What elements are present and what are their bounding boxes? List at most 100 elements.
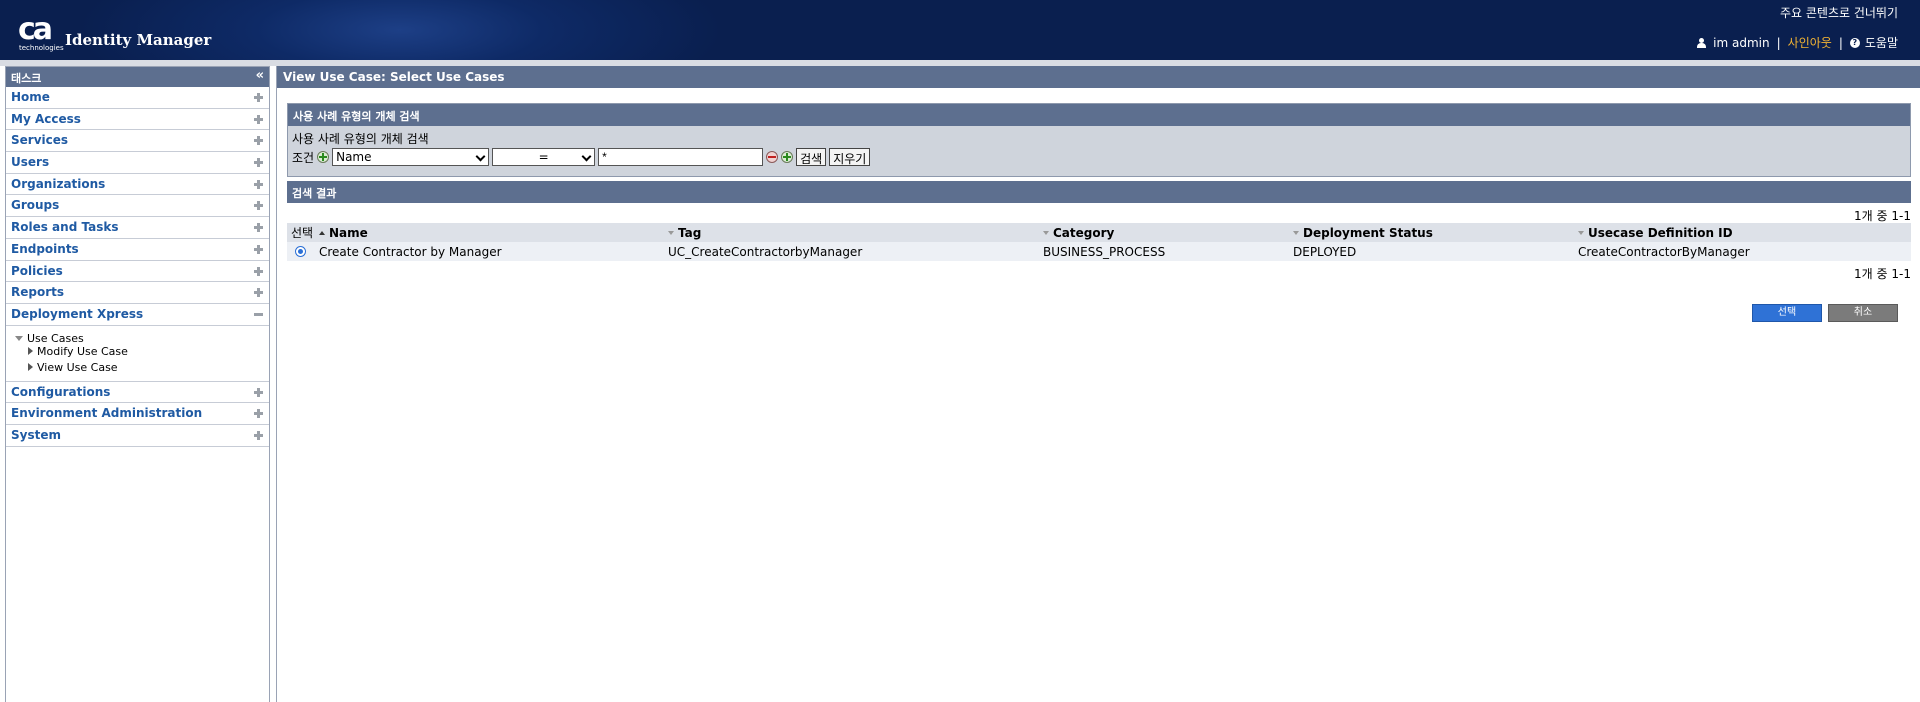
task-sidebar: 태스크 « Home My Access Services Users Orga… <box>5 66 270 702</box>
page-title: View Use Case: Select Use Cases <box>277 66 1920 88</box>
tree-node-label[interactable]: Modify Use Case <box>37 345 128 358</box>
field-select[interactable]: Name <box>332 148 490 166</box>
expand-icon[interactable] <box>254 430 263 440</box>
help-link[interactable]: 도움말 <box>1865 34 1898 51</box>
sidebar-item-deployment-xpress[interactable]: Deployment Xpress <box>6 304 269 326</box>
help-icon: ? <box>1849 37 1860 48</box>
expand-icon[interactable] <box>254 93 263 102</box>
user-name: im admin <box>1713 35 1770 50</box>
logo-subtext: technologies <box>19 44 64 52</box>
sidebar-item-roles-and-tasks[interactable]: Roles and Tasks <box>6 217 269 239</box>
cell-name: Create Contractor by Manager <box>315 242 664 261</box>
app-header: ca technologies Identity Manager 주요 콘텐츠로… <box>0 0 1920 60</box>
sidebar-item-system[interactable]: System <box>6 425 269 447</box>
table-header-row: 선택 Name Tag Category Deployment Status U… <box>287 223 1911 242</box>
sidebar-item-endpoints[interactable]: Endpoints <box>6 239 269 261</box>
column-label: Deployment Status <box>1303 225 1433 240</box>
separator: | <box>1776 35 1781 50</box>
expand-icon[interactable] <box>254 244 263 254</box>
user-bar: im admin | 사인아웃 | ? 도움말 <box>1697 34 1898 51</box>
sort-icon[interactable] <box>668 230 674 235</box>
sidebar-item-label: My Access <box>11 111 81 126</box>
column-usecase-definition-id[interactable]: Usecase Definition ID <box>1574 223 1911 242</box>
expand-icon[interactable] <box>254 387 263 397</box>
sidebar-item-label: Roles and Tasks <box>11 220 119 235</box>
expand-icon[interactable] <box>254 114 263 124</box>
table-row[interactable]: Create Contractor by Manager UC_CreateCo… <box>287 242 1911 261</box>
search-panel: 사용 사례 유형의 개체 검색 사용 사례 유형의 개체 검색 조건 Name … <box>287 103 1911 177</box>
expand-icon[interactable] <box>254 223 263 233</box>
row-radio-button[interactable] <box>295 245 306 257</box>
field-select-value: Name <box>336 150 372 164</box>
sidebar-item-label: Users <box>11 155 50 170</box>
condition-label: 조건 <box>292 150 315 165</box>
tree-node-label[interactable]: View Use Case <box>37 361 118 374</box>
sidebar-item-label: Endpoints <box>11 241 79 256</box>
remove-condition-icon[interactable] <box>766 151 779 163</box>
sidebar-item-policies[interactable]: Policies <box>6 261 269 283</box>
sidebar-item-reports[interactable]: Reports <box>6 282 269 304</box>
add-condition-icon[interactable] <box>317 151 330 163</box>
column-label: Tag <box>678 225 702 240</box>
skip-to-content-link[interactable]: 주요 콘텐츠로 건너뛰기 <box>1780 4 1898 21</box>
sort-icon[interactable] <box>1293 230 1299 235</box>
cell-deployment-status: DEPLOYED <box>1289 242 1574 261</box>
sidebar-header: 태스크 « <box>6 67 269 87</box>
sidebar-item-users[interactable]: Users <box>6 152 269 174</box>
collapsed-triangle-icon <box>28 363 33 372</box>
column-label: Name <box>329 225 368 240</box>
select-button[interactable]: 선택 <box>1752 304 1822 322</box>
column-deployment-status[interactable]: Deployment Status <box>1289 223 1574 242</box>
app-title: Identity Manager <box>65 31 212 49</box>
tree-node-modify-use-case[interactable]: Modify Use Case <box>28 345 128 358</box>
sidebar-item-services[interactable]: Services <box>6 130 269 153</box>
condition-row: 조건 Name = 검색 지우기 <box>292 148 871 166</box>
separator: | <box>1838 35 1843 50</box>
cancel-button[interactable]: 취소 <box>1828 304 1898 322</box>
sidebar-item-my-access[interactable]: My Access <box>6 109 269 131</box>
sort-ascending-icon[interactable] <box>319 230 325 235</box>
sidebar-title: 태스크 <box>11 72 42 85</box>
expanded-triangle-icon[interactable] <box>15 335 23 341</box>
search-button[interactable]: 검색 <box>796 148 827 166</box>
search-panel-header: 사용 사례 유형의 개체 검색 <box>288 104 1910 126</box>
sidebar-item-label: Home <box>11 90 50 104</box>
collapse-sidebar-icon[interactable]: « <box>256 68 264 83</box>
cell-tag: UC_CreateContractorbyManager <box>664 242 1039 261</box>
column-tag[interactable]: Tag <box>664 223 1039 242</box>
column-name[interactable]: Name <box>315 223 664 242</box>
expand-icon[interactable] <box>254 179 263 189</box>
sort-icon[interactable] <box>1043 230 1049 235</box>
sidebar-item-environment-administration[interactable]: Environment Administration <box>6 403 269 425</box>
sidebar-item-label: Deployment Xpress <box>11 306 144 321</box>
tree-node-label: Use Cases <box>27 331 84 345</box>
expand-icon[interactable] <box>254 409 263 419</box>
expand-icon[interactable] <box>254 201 263 211</box>
tree-node-view-use-case[interactable]: View Use Case <box>28 361 118 374</box>
expand-icon[interactable] <box>254 158 263 168</box>
add-condition-icon[interactable] <box>781 151 794 163</box>
signout-link[interactable]: 사인아웃 <box>1788 34 1832 51</box>
operator-select-value: = <box>538 150 549 164</box>
sidebar-item-organizations[interactable]: Organizations <box>6 174 269 196</box>
column-category[interactable]: Category <box>1039 223 1289 242</box>
pager-top: 1개 중 1-1 <box>1854 209 1911 223</box>
sidebar-item-groups[interactable]: Groups <box>6 195 269 218</box>
tree-node-use-cases[interactable]: Use Cases <box>15 332 84 345</box>
sidebar-item-label: Organizations <box>11 176 106 191</box>
clear-button[interactable]: 지우기 <box>829 148 871 166</box>
results-header: 검색 결과 <box>287 181 1911 203</box>
sidebar-item-label: Environment Administration <box>11 406 203 421</box>
expand-icon[interactable] <box>254 266 263 276</box>
cell-usecase-definition-id: CreateContractorByManager <box>1574 242 1911 261</box>
expand-icon[interactable] <box>254 136 263 146</box>
search-value-input[interactable] <box>598 148 764 166</box>
collapse-icon[interactable] <box>254 312 263 316</box>
sidebar-item-label: Policies <box>11 263 63 278</box>
operator-select[interactable]: = <box>492 148 596 166</box>
sort-icon[interactable] <box>1578 230 1584 235</box>
sidebar-item-configurations[interactable]: Configurations <box>6 382 269 404</box>
main-panel: View Use Case: Select Use Cases 사용 사례 유형… <box>276 66 1920 702</box>
expand-icon[interactable] <box>254 288 263 298</box>
sidebar-item-home[interactable]: Home <box>6 87 269 109</box>
